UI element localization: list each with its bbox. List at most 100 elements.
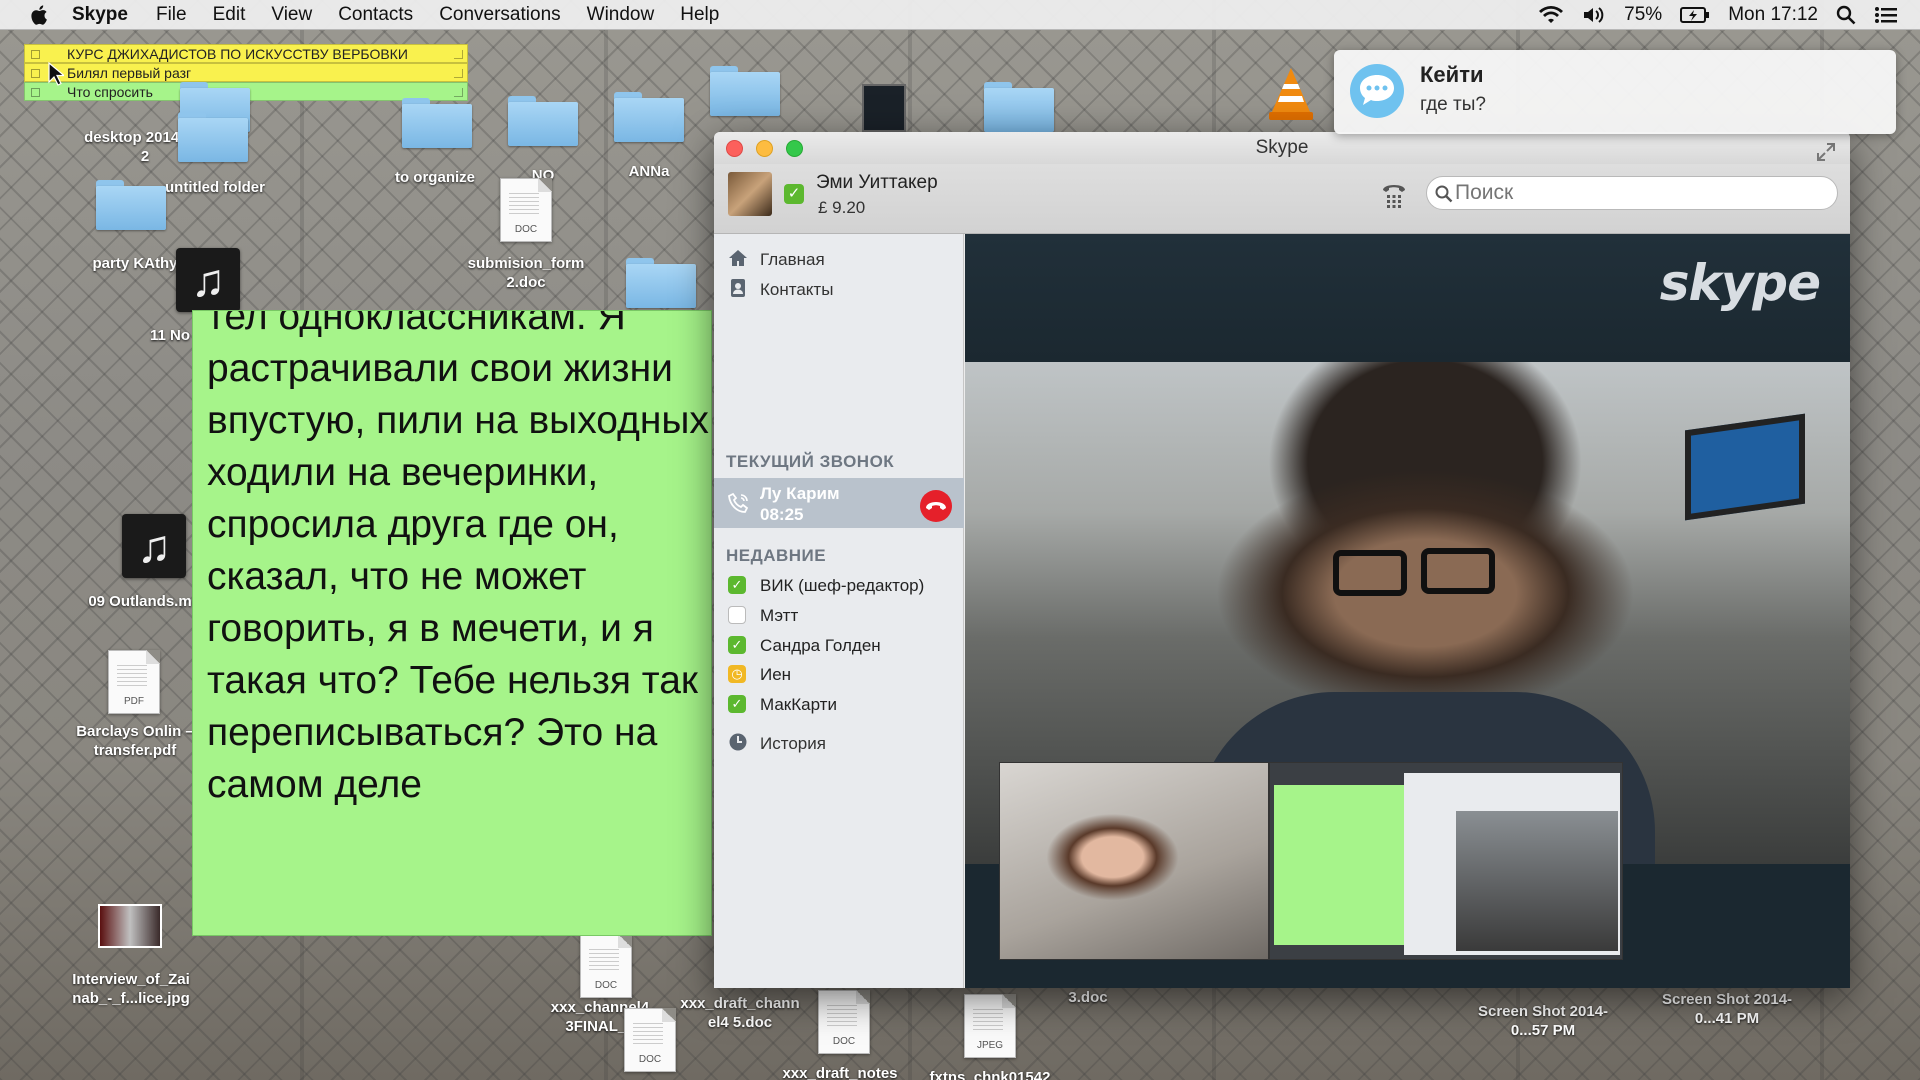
screenshot-2-label[interactable]: Screen Shot 2014-0...41 PM <box>1654 990 1800 1028</box>
online-status-icon: ✓ <box>728 576 746 594</box>
home-icon <box>729 250 747 266</box>
skype-credit[interactable]: £ 9.20 <box>818 198 865 218</box>
screenshot-1-label[interactable]: Screen Shot 2014-0...57 PM <box>1470 1002 1616 1040</box>
background-monitor <box>1685 413 1805 521</box>
anna-folder-icon[interactable] <box>614 92 684 142</box>
volume-icon[interactable] <box>1582 5 1606 25</box>
sticky-close-box[interactable] <box>31 50 40 59</box>
skype-title-bar[interactable]: Skype <box>714 132 1850 164</box>
notification-message: где ты? <box>1420 94 1486 115</box>
screen-share-thumbnail[interactable] <box>1269 762 1623 960</box>
phone-call-icon <box>728 492 749 513</box>
battery-percent[interactable]: 75% <box>1624 4 1662 26</box>
sticky-resize-grip[interactable] <box>454 50 463 59</box>
sidebar-item-history[interactable]: История <box>714 728 964 758</box>
spotlight-search-icon[interactable] <box>1836 5 1856 25</box>
avatar[interactable] <box>728 172 772 216</box>
music-note-icon[interactable]: ♫ <box>122 514 186 578</box>
xxx-draft-channel-label[interactable]: xxx_draft_chann el4 5.doc <box>672 994 808 1032</box>
doc-kind-label: DOC <box>514 224 538 235</box>
recent-contact-item[interactable]: ◷ Иен <box>714 661 964 689</box>
recent-contact-name: МакКарти <box>760 695 837 714</box>
sidebar-item-label: Контакты <box>760 280 834 299</box>
sidebar-item-label: История <box>760 734 826 753</box>
doc-kind-label: DOC <box>832 1036 856 1047</box>
pdf-kind-label: PDF <box>124 696 144 707</box>
wifi-icon[interactable] <box>1538 5 1564 25</box>
sticky-note-yellow-2[interactable]: Билял первый разг <box>24 63 468 82</box>
sidebar-item-home[interactable]: Главная <box>714 244 964 274</box>
folder-icon[interactable] <box>710 66 780 116</box>
xxx-draft-notes-label[interactable]: xxx_draft_notes <box>772 1064 908 1080</box>
recent-contact-item[interactable]: Мэтт <box>714 602 964 630</box>
anna-folder-label[interactable]: ANNa <box>614 162 684 181</box>
menu-file[interactable]: File <box>156 4 187 26</box>
to-organize-label[interactable]: to organize <box>380 168 490 187</box>
music-note-icon[interactable]: ♫ <box>176 248 240 312</box>
hang-up-button[interactable] <box>920 490 952 522</box>
barclays-pdf-label[interactable]: Barclays Onlin – transfer.pdf <box>72 722 198 760</box>
profile-name[interactable]: Эми Уиттакер <box>816 172 938 194</box>
menu-app-name[interactable]: Skype <box>72 4 128 26</box>
menu-view[interactable]: View <box>271 4 312 26</box>
sticky-note-green-large[interactable]: тел одноклассникам. Я растрачивали свои … <box>192 310 712 936</box>
fxtns-jpeg-icon[interactable]: JPEG <box>964 994 1016 1058</box>
no-folder-icon[interactable] <box>508 96 578 146</box>
recent-contact-item[interactable]: ✓ ВИК (шеф-редактор) <box>714 572 964 600</box>
vlc-icon[interactable] <box>1266 66 1316 122</box>
menu-help[interactable]: Help <box>680 4 719 26</box>
xxx-channel-doc-icon[interactable]: DOC <box>580 934 632 998</box>
party-folder-label[interactable]: party KAthy <box>80 254 190 273</box>
untitled-folder-label[interactable]: untitled folder <box>150 178 280 197</box>
to-organize-folder-icon[interactable] <box>402 98 472 148</box>
sticky-note-text[interactable]: тел одноклассникам. Я растрачивали свои … <box>207 311 711 811</box>
recent-contact-name: Иен <box>760 665 792 684</box>
recent-contact-item[interactable]: ✓ Сандра Голден <box>714 632 964 660</box>
video-call-area[interactable]: skype <box>965 234 1850 988</box>
interview-image-label[interactable]: Interview_of_Zai nab_-_f...lice.jpg <box>56 970 206 1008</box>
skype-logo: skype <box>1659 254 1821 312</box>
music-file-label-outlands[interactable]: 09 Outlands.m <box>80 592 200 611</box>
menu-window[interactable]: Window <box>587 4 655 26</box>
menu-clock[interactable]: Mon 17:12 <box>1728 4 1818 26</box>
sticky-close-box[interactable] <box>31 88 40 97</box>
menu-contacts[interactable]: Contacts <box>338 4 413 26</box>
sticky-title: КУРС ДЖИХАДИСТОВ ПО ИСКУССТВУ ВЕРБОВКИ <box>67 46 408 62</box>
fxtns-label[interactable]: fxtns_chnk01542 <box>920 1068 1060 1080</box>
self-video-thumbnail[interactable] <box>999 762 1269 960</box>
search-field[interactable] <box>1426 176 1838 210</box>
search-input[interactable] <box>1455 180 1825 206</box>
folder-icon[interactable] <box>984 82 1054 132</box>
online-status-icon[interactable]: ✓ <box>784 184 804 204</box>
submission-doc-icon[interactable]: DOC <box>500 178 552 242</box>
image-file-icon[interactable] <box>862 84 906 132</box>
notification-center-icon[interactable] <box>1874 5 1898 25</box>
sticky-resize-grip[interactable] <box>454 88 463 97</box>
sticky-close-box[interactable] <box>31 69 40 78</box>
dialpad-phone-icon[interactable] <box>1380 182 1408 210</box>
menu-edit[interactable]: Edit <box>213 4 246 26</box>
three-doc-label[interactable]: 3.doc <box>1058 988 1118 1007</box>
sidebar-item-contacts[interactable]: Контакты <box>714 274 964 304</box>
doc-file-icon[interactable]: DOC <box>624 1008 676 1072</box>
menu-conversations[interactable]: Conversations <box>439 4 560 26</box>
fullscreen-expand-icon[interactable] <box>1816 142 1836 162</box>
barclays-pdf-icon[interactable]: PDF <box>108 650 160 714</box>
current-call-item[interactable]: Лу Карим 08:25 <box>714 478 964 528</box>
recent-contact-item[interactable]: ✓ МакКарти <box>714 691 964 719</box>
untitled-folder-icon[interactable] <box>178 112 248 162</box>
folder-icon[interactable] <box>626 258 696 308</box>
sticky-note-yellow-1[interactable]: КУРС ДЖИХАДИСТОВ ПО ИСКУССТВУ ВЕРБОВКИ <box>24 44 468 63</box>
message-notification[interactable]: Кейти где ты? <box>1334 50 1896 134</box>
sticky-resize-grip[interactable] <box>454 69 463 78</box>
caller-glasses <box>1421 548 1495 594</box>
current-call-section-title: ТЕКУЩИЙ ЗВОНОК <box>726 452 895 471</box>
party-folder-icon[interactable] <box>96 180 166 230</box>
interview-image-icon[interactable] <box>98 904 162 948</box>
recent-contact-name: Сандра Голден <box>760 636 881 655</box>
submission-doc-label[interactable]: submision_form 2.doc <box>456 254 596 292</box>
battery-icon[interactable] <box>1680 6 1710 24</box>
jpeg-kind-label: JPEG <box>976 1040 1004 1051</box>
apple-icon[interactable] <box>28 3 52 27</box>
xxx-draft-notes-doc-icon[interactable]: DOC <box>818 990 870 1054</box>
